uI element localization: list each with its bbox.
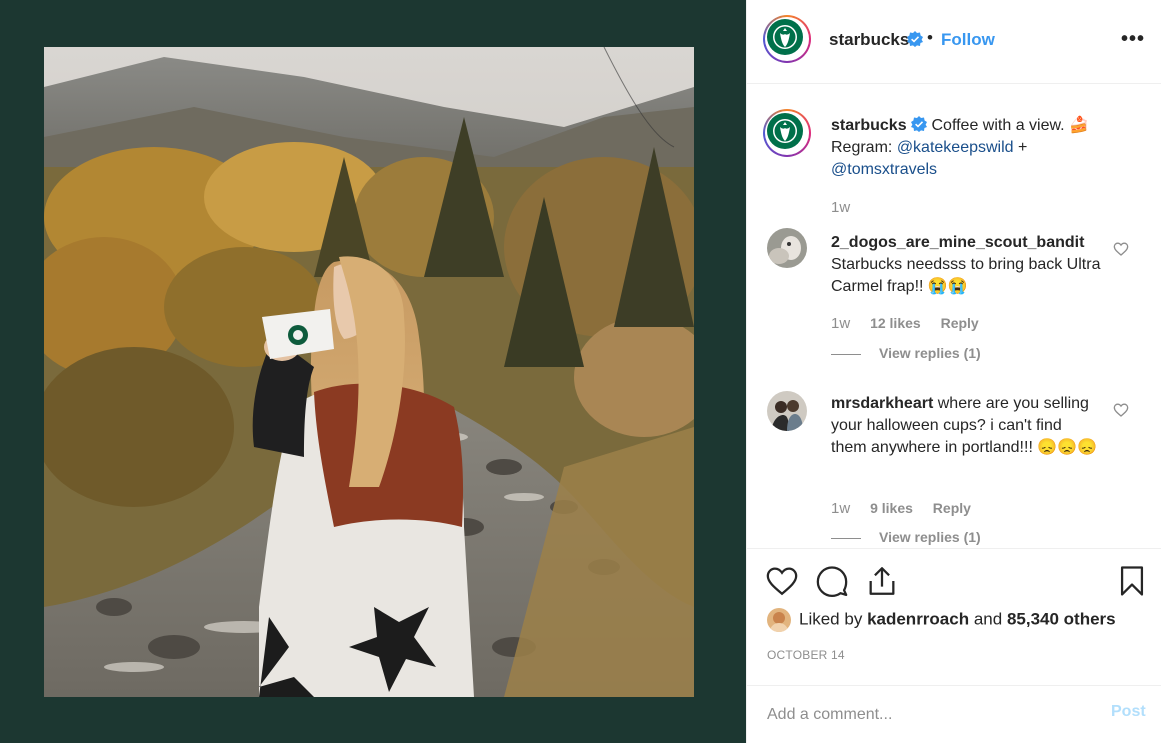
mention-link[interactable]: @katekeepswild <box>897 139 1014 156</box>
mention-link[interactable]: @tomsxtravels <box>831 161 937 178</box>
post-photo-image <box>44 47 694 697</box>
add-comment-bar: Post <box>747 685 1161 743</box>
avatar[interactable] <box>763 15 811 63</box>
commenter-avatar[interactable] <box>767 391 807 431</box>
add-comment-input[interactable] <box>767 702 1067 728</box>
post-actions <box>747 550 1161 614</box>
verified-badge-icon <box>911 116 928 132</box>
avatar-image <box>767 228 807 268</box>
view-replies-button[interactable]: View replies (1) <box>831 529 981 545</box>
caption-timestamp[interactable]: 1w <box>831 199 850 216</box>
commenter-avatar[interactable] <box>767 228 807 268</box>
replies-divider <box>831 353 861 355</box>
comment-username[interactable]: 2_dogos_are_mine_scout_bandit <box>831 234 1084 251</box>
comment-meta: 1w 9 likes Reply <box>831 500 987 517</box>
post-username[interactable]: starbucks <box>829 30 909 50</box>
more-options-icon[interactable]: ••• <box>1121 28 1145 51</box>
comment-text-block: 2_dogos_are_mine_scout_bandit Starbucks … <box>831 232 1101 298</box>
post-date[interactable]: OCTOBER 14 <box>767 648 845 662</box>
regram-prefix: Regram: <box>831 139 893 156</box>
starbucks-logo-icon <box>767 113 803 149</box>
replies-divider <box>831 537 861 539</box>
liked-by-and: and <box>973 609 1003 629</box>
avatar-image <box>767 391 807 431</box>
caption-emoji: 🍰 <box>1069 117 1089 134</box>
like-comment-heart-icon[interactable] <box>1113 241 1129 257</box>
comment-likes[interactable]: 12 likes <box>870 315 921 331</box>
liker-avatar[interactable] <box>767 608 791 632</box>
post-sidebar: starbucks • Follow ••• starbucks Coffee … <box>746 0 1161 743</box>
reply-button[interactable]: Reply <box>933 500 971 516</box>
comment-bubble-icon[interactable] <box>815 564 849 598</box>
comment-body: Starbucks needsss to bring back Ultra Ca… <box>831 256 1101 295</box>
reply-button[interactable]: Reply <box>941 315 979 331</box>
like-comment-heart-icon[interactable] <box>1113 402 1129 418</box>
view-replies-button[interactable]: View replies (1) <box>831 345 981 361</box>
plus-sign: + <box>1018 139 1028 156</box>
liker-avatar-image <box>767 608 791 632</box>
post-header: starbucks • Follow ••• <box>747 0 1161 84</box>
post-comment-button[interactable]: Post <box>1111 703 1146 721</box>
comment-timestamp[interactable]: 1w <box>831 500 850 517</box>
share-icon[interactable] <box>865 564 899 598</box>
view-replies-label: View replies (1) <box>879 345 981 361</box>
post-caption: starbucks Coffee with a view. 🍰 Regram: … <box>831 115 1131 181</box>
starbucks-logo-icon <box>767 19 803 55</box>
liked-by-prefix: Liked by <box>799 609 863 629</box>
view-replies-label: View replies (1) <box>879 529 981 545</box>
bookmark-icon[interactable] <box>1115 564 1149 598</box>
separator-dot: • <box>927 28 933 47</box>
caption-username[interactable]: starbucks <box>831 117 907 134</box>
comments-section[interactable]: starbucks Coffee with a view. 🍰 Regram: … <box>747 85 1161 549</box>
liked-by-others[interactable]: 85,340 others <box>1007 609 1116 628</box>
like-heart-icon[interactable] <box>765 564 799 598</box>
liked-by-user[interactable]: kadenrroach <box>867 609 969 628</box>
follow-button[interactable]: Follow <box>941 30 995 50</box>
comment-likes[interactable]: 9 likes <box>870 500 913 516</box>
verified-badge-icon <box>907 31 923 47</box>
caption-avatar[interactable] <box>763 109 811 157</box>
comment-meta: 1w 12 likes Reply <box>831 315 995 332</box>
liked-by: Liked by kadenrroach and 85,340 others <box>767 608 1116 636</box>
comment-username[interactable]: mrsdarkheart <box>831 395 933 412</box>
comment-timestamp[interactable]: 1w <box>831 315 850 332</box>
photo-panel <box>0 0 746 743</box>
post-photo[interactable] <box>44 47 694 697</box>
comment-text-block: mrsdarkheart where are you selling your … <box>831 393 1101 459</box>
caption-text: Coffee with a view. <box>931 117 1065 134</box>
